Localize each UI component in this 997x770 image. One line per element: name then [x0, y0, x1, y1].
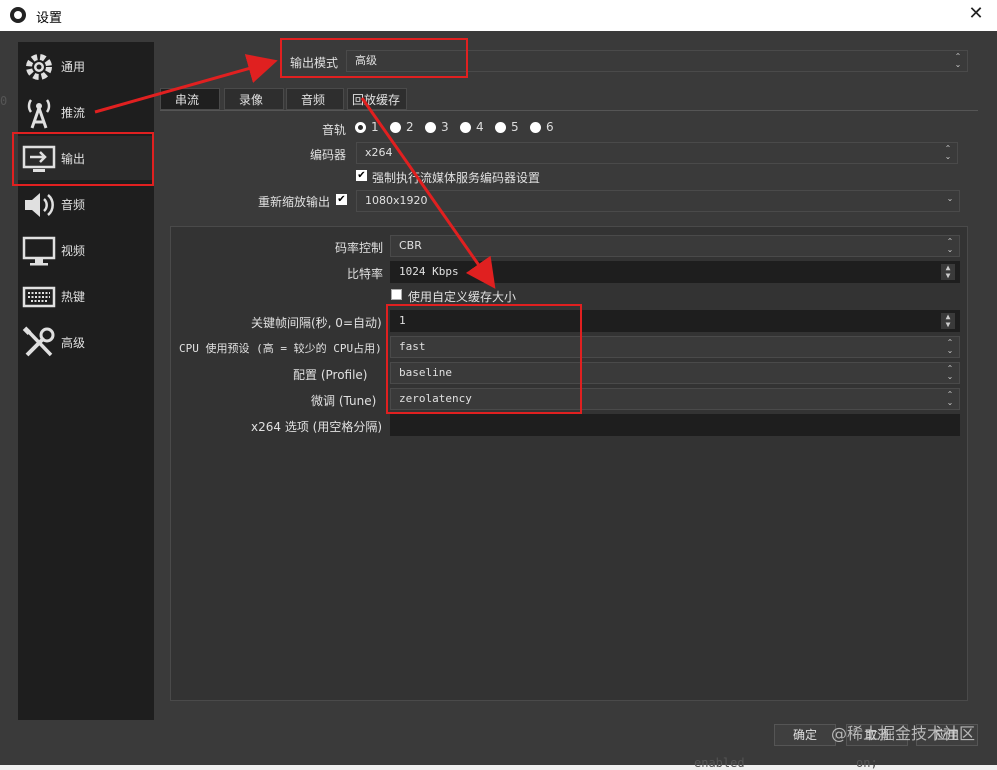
bitrate-label: 比特率 [347, 267, 384, 281]
sidebar-item-hotkeys[interactable]: 热键 [18, 274, 154, 318]
enforce-label: 强制执行流媒体服务编码器设置 [372, 171, 541, 185]
track-radio-3[interactable] [425, 122, 436, 133]
track-radio-6[interactable] [530, 122, 541, 133]
sidebar-item-label: 视频 [61, 244, 86, 258]
tab-audio[interactable]: 音频 [286, 88, 344, 110]
rescale-checkbox[interactable]: ✔ [336, 194, 347, 205]
sidebar-item-label: 高级 [61, 336, 86, 350]
window-title: 设置 [36, 11, 63, 26]
ok-button[interactable]: 确定 [774, 724, 836, 746]
sidebar-item-audio[interactable]: 音频 [18, 182, 154, 226]
track-radio-2[interactable] [390, 122, 401, 133]
sidebar-item-label: 推流 [61, 106, 86, 120]
close-icon[interactable]: ✕ [965, 3, 987, 25]
chevron-updown-icon: ⌃ ⌄ [954, 52, 962, 69]
custom-buffer-checkbox[interactable] [391, 289, 402, 300]
spin-arrows-icon[interactable]: ▲ ▼ [941, 313, 955, 329]
bitrate-input[interactable]: 1024 Kbps ▲ ▼ [390, 261, 960, 283]
watermark: @稀土掘金技术社区 [830, 724, 975, 743]
chevron-updown-icon: ⌃ ⌄ [946, 237, 954, 254]
sidebar-item-stream[interactable]: 推流 [18, 90, 154, 134]
sidebar-item-label: 通用 [61, 60, 86, 74]
track-radio-4[interactable] [460, 122, 471, 133]
enforce-checkbox[interactable]: ✔ [356, 170, 367, 181]
settings-window: 设置 ✕ 通用 推流 输出 音频 视频 热键 高级 输出模式 高级 ⌃ ⌄ 串流… [0, 0, 997, 765]
sidebar-item-advanced[interactable]: 高级 [18, 320, 154, 364]
monitor-icon [22, 236, 56, 266]
chevron-updown-icon: ⌃ ⌄ [944, 144, 952, 161]
track-label: 4 [476, 120, 484, 134]
track-label: 2 [406, 120, 414, 134]
encoder-label: 编码器 [310, 148, 347, 162]
title-bar: 设置 ✕ [0, 0, 997, 31]
sidebar-item-label: 热键 [61, 290, 86, 304]
track-label: 5 [511, 120, 519, 134]
track-label: 6 [546, 120, 554, 134]
annotation-box-output-mode [280, 38, 468, 78]
chevron-updown-icon: ⌃ ⌄ [946, 338, 954, 355]
sidebar-item-video[interactable]: 视频 [18, 228, 154, 272]
audio-track-group: 1 2 3 4 5 6 [355, 120, 575, 134]
rescale-value: 1080x1920 [365, 194, 428, 207]
custom-buffer-label: 使用自定义缓存大小 [408, 290, 517, 304]
rate-control-value: CBR [399, 239, 422, 252]
sidebar-item-general[interactable]: 通用 [18, 44, 154, 88]
speaker-icon [25, 193, 54, 217]
bg-fragment-bottom-right: on; [856, 756, 878, 770]
audio-track-label: 音轨 [322, 123, 347, 137]
chevron-down-icon: ⌄ [946, 194, 954, 203]
gear-icon [26, 54, 52, 80]
bg-fragment-left: 0 [0, 94, 8, 108]
tab-divider [160, 110, 978, 111]
x264-options-input[interactable] [390, 414, 960, 436]
encoder-value: x264 [365, 146, 393, 159]
tune-label: 微调 (Tune) [311, 394, 377, 408]
track-label: 3 [441, 120, 449, 134]
rate-control-label: 码率控制 [335, 241, 384, 255]
chevron-updown-icon: ⌃ ⌄ [946, 364, 954, 381]
track-radio-5[interactable] [495, 122, 506, 133]
keyframe-label: 关键帧间隔(秒, 0=自动) [251, 316, 382, 330]
bg-fragment-bottom: enabled [694, 756, 745, 770]
keyboard-icon [22, 286, 56, 308]
bitrate-value: 1024 Kbps [399, 265, 459, 278]
tab-replay-buffer[interactable]: 回放缓存 [347, 88, 407, 110]
chevron-updown-icon: ⌃ ⌄ [946, 390, 954, 407]
annotation-box-encoder-fields [386, 304, 582, 414]
tab-recording[interactable]: 录像 [224, 88, 284, 110]
rate-control-select[interactable]: CBR ⌃ ⌄ [390, 235, 960, 257]
profile-label: 配置 (Profile) [293, 368, 368, 382]
spin-arrows-icon[interactable]: ▲ ▼ [941, 264, 955, 280]
track-label: 1 [371, 120, 379, 134]
rescale-label: 重新缩放输出 [258, 195, 331, 209]
rescale-select[interactable]: 1080x1920 ⌄ [356, 190, 960, 212]
encoder-select[interactable]: x264 ⌃ ⌄ [356, 142, 958, 164]
tools-icon [22, 326, 55, 357]
track-radio-1[interactable] [355, 122, 366, 133]
antenna-icon [27, 99, 51, 129]
sidebar-item-label: 音频 [61, 198, 86, 212]
encoder-settings-panel: 码率控制 CBR ⌃ ⌄ 比特率 1024 Kbps ▲ ▼ 使用自定义缓存大小 关… [170, 226, 968, 701]
tab-stream[interactable]: 串流 [160, 88, 220, 110]
obs-logo-icon [10, 7, 26, 23]
x264-options-label: x264 选项 (用空格分隔) [251, 420, 382, 434]
cpu-preset-label: CPU 使用预设 (高 = 较少的 CPU占用) [179, 342, 382, 355]
annotation-box-output-nav [12, 132, 154, 186]
